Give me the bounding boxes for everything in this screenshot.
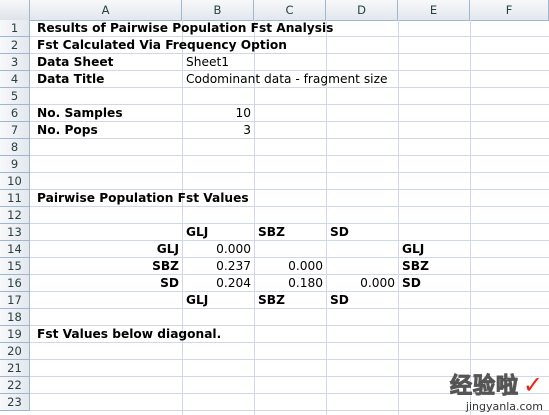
- row-header[interactable]: 13: [0, 224, 30, 241]
- cell-e14[interactable]: GLJ: [399, 241, 427, 258]
- cell-a1[interactable]: Results of Pairwise Population Fst Analy…: [34, 20, 336, 37]
- row-header[interactable]: 20: [0, 343, 30, 360]
- row-header[interactable]: 15: [0, 258, 30, 275]
- cell-d13[interactable]: SD: [327, 224, 352, 241]
- grid-line: [30, 308, 549, 309]
- cell-b17[interactable]: GLJ: [183, 292, 211, 309]
- cell-a7[interactable]: No. Pops: [34, 122, 101, 139]
- cell-b6[interactable]: 10: [182, 105, 254, 122]
- grid-line: [30, 223, 549, 224]
- row-header[interactable]: 10: [0, 173, 30, 190]
- spreadsheet-grid: A B C D E F 1 2 3 4 5 6 7 8 9 10 11 12 1…: [0, 0, 549, 415]
- cell-a3[interactable]: Data Sheet: [34, 54, 116, 71]
- grid-line: [30, 359, 549, 360]
- column-header-d[interactable]: D: [326, 0, 398, 20]
- grid-line: [398, 20, 399, 415]
- column-header-b[interactable]: B: [182, 0, 254, 20]
- cell-e16[interactable]: SD: [399, 275, 424, 292]
- cell-a4[interactable]: Data Title: [34, 71, 107, 88]
- cell-b4[interactable]: Codominant data - fragment size: [183, 71, 390, 88]
- cell-b16[interactable]: 0.204: [182, 275, 254, 292]
- row-header[interactable]: 2: [0, 37, 30, 54]
- column-header-f[interactable]: F: [470, 0, 549, 20]
- cell-e15[interactable]: SBZ: [399, 258, 432, 275]
- row-header[interactable]: 11: [0, 190, 30, 207]
- select-all-corner[interactable]: [0, 0, 30, 20]
- cell-c13[interactable]: SBZ: [255, 224, 288, 241]
- cell-b15[interactable]: 0.237: [182, 258, 254, 275]
- cell-a2[interactable]: Fst Calculated Via Frequency Option: [34, 37, 290, 54]
- row-header[interactable]: 3: [0, 54, 30, 71]
- grid-line: [30, 172, 549, 173]
- cell-a14[interactable]: GLJ: [30, 241, 182, 258]
- row-header[interactable]: 14: [0, 241, 30, 258]
- watermark: 经验啦 ✓ jingyanla.com: [450, 368, 543, 413]
- cell-b13[interactable]: GLJ: [183, 224, 211, 241]
- row-header[interactable]: 9: [0, 156, 30, 173]
- watermark-text: 经验啦: [450, 374, 520, 400]
- row-header[interactable]: 17: [0, 292, 30, 309]
- column-header-bar: A B C D E F: [0, 0, 549, 21]
- row-header[interactable]: 5: [0, 88, 30, 105]
- grid-line: [30, 138, 549, 139]
- cell-c17[interactable]: SBZ: [255, 292, 288, 309]
- cell-a15[interactable]: SBZ: [30, 258, 182, 275]
- grid-line: [30, 155, 549, 156]
- cell-d16[interactable]: 0.000: [326, 275, 398, 292]
- cell-a16[interactable]: SD: [30, 275, 182, 292]
- row-header[interactable]: 19: [0, 326, 30, 343]
- row-header[interactable]: 21: [0, 360, 30, 377]
- row-header[interactable]: 18: [0, 309, 30, 326]
- row-header[interactable]: 8: [0, 139, 30, 156]
- row-header[interactable]: 4: [0, 71, 30, 88]
- cell-b3[interactable]: Sheet1: [183, 54, 232, 71]
- cell-c16[interactable]: 0.180: [254, 275, 326, 292]
- row-header[interactable]: 23: [0, 394, 30, 411]
- cell-a11[interactable]: Pairwise Population Fst Values: [34, 190, 252, 207]
- watermark-url: jingyanla.com: [465, 400, 543, 413]
- column-header-e[interactable]: E: [398, 0, 470, 20]
- grid-line: [470, 20, 471, 415]
- column-header-a[interactable]: A: [30, 0, 182, 20]
- row-header[interactable]: 16: [0, 275, 30, 292]
- row-header[interactable]: 6: [0, 105, 30, 122]
- column-header-c[interactable]: C: [254, 0, 326, 20]
- row-header[interactable]: 1: [0, 20, 30, 37]
- row-header[interactable]: 7: [0, 122, 30, 139]
- cell-b7[interactable]: 3: [182, 122, 254, 139]
- row-header[interactable]: 22: [0, 377, 30, 394]
- cell-a19[interactable]: Fst Values below diagonal.: [34, 326, 224, 343]
- checkmark-icon: ✓: [522, 371, 543, 399]
- cell-a6[interactable]: No. Samples: [34, 105, 126, 122]
- cell-b14[interactable]: 0.000: [182, 241, 254, 258]
- cell-c15[interactable]: 0.000: [254, 258, 326, 275]
- row-header[interactable]: 12: [0, 207, 30, 224]
- cell-d17[interactable]: SD: [327, 292, 352, 309]
